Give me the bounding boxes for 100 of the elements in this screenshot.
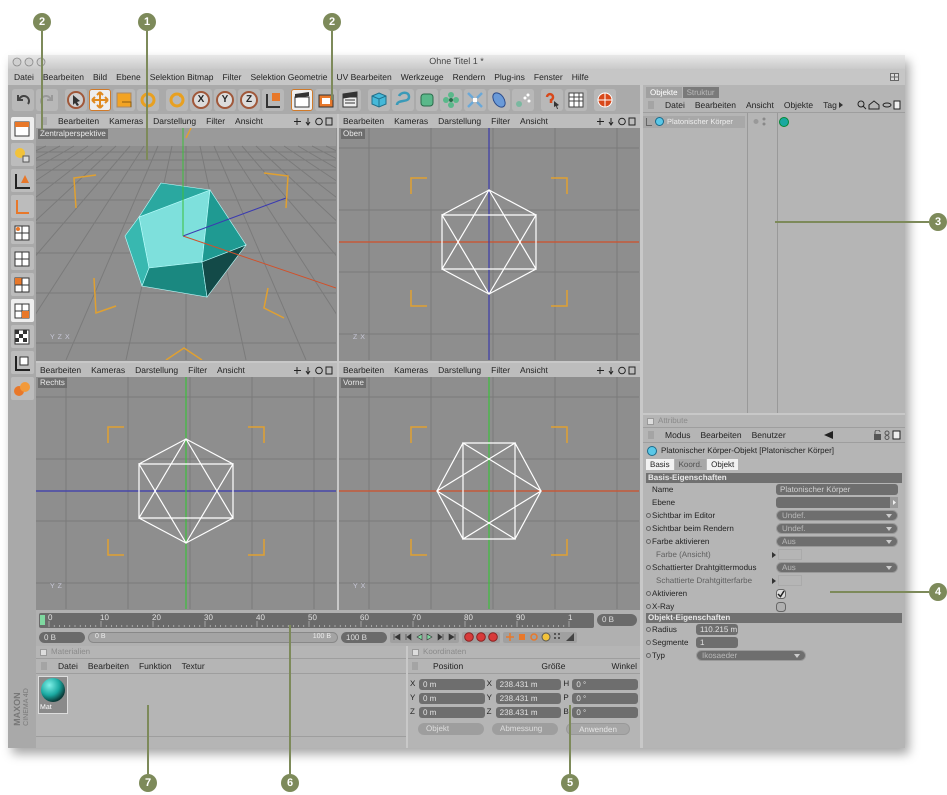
menu-item[interactable]: Filter (491, 364, 510, 376)
value-field[interactable]: 238.431 m (496, 678, 562, 690)
tool-button[interactable] (541, 88, 563, 110)
value-field[interactable]: 0 m (419, 692, 485, 704)
menu-item[interactable]: Darstellung (438, 364, 482, 376)
frame-field[interactable]: 100 B (341, 632, 387, 642)
record-button[interactable] (476, 632, 486, 642)
navigation-icons[interactable] (596, 116, 636, 126)
transport-button[interactable] (447, 632, 457, 642)
attribute-tab[interactable]: Basis (646, 459, 674, 470)
tool-button[interactable] (65, 88, 87, 110)
menu-item[interactable]: Bearbeiten (40, 364, 82, 376)
navigation-icons[interactable] (596, 366, 636, 374)
menu-item[interactable]: Bearbeiten (58, 114, 100, 128)
tool-button[interactable] (10, 299, 34, 322)
axis-lock-button[interactable]: Z (238, 88, 260, 110)
transport-button[interactable] (392, 632, 402, 642)
attribute-tab[interactable]: Objekt (707, 459, 738, 470)
tool-button[interactable] (315, 88, 337, 110)
checkbox[interactable] (776, 602, 786, 612)
menu-item[interactable]: Ansicht (520, 114, 548, 128)
value-field[interactable]: 0 m (419, 706, 485, 718)
menu-item[interactable]: Fenster (534, 70, 563, 84)
tool-button[interactable] (262, 88, 284, 110)
frame-field[interactable]: 0 B (39, 632, 85, 642)
menu-item[interactable]: Darstellung (438, 114, 482, 128)
number-field[interactable]: 1 (696, 637, 738, 648)
menu-item[interactable]: Modus (665, 428, 691, 442)
menu-item[interactable]: Ansicht (217, 364, 245, 376)
navigation-icons[interactable] (293, 366, 333, 374)
transport-button[interactable] (403, 632, 413, 642)
menu-item[interactable]: Darstellung (153, 114, 196, 128)
value-field[interactable]: 0 m (419, 678, 485, 690)
keyframe-button[interactable] (565, 632, 575, 642)
menu-item[interactable]: Ansicht (746, 98, 774, 112)
timeline-ruler[interactable]: 0 10 20 30 40 50 60 70 80 90 1 (39, 612, 594, 628)
menu-item[interactable]: Kameras (394, 364, 428, 376)
menu-item[interactable]: UV Bearbeiten (336, 70, 392, 84)
menu-item[interactable]: Bearbeiten (694, 98, 736, 112)
menu-item[interactable]: Filter (222, 70, 242, 84)
transport-button[interactable] (425, 632, 435, 642)
panel-tools-icons[interactable] (857, 100, 901, 110)
menu-item[interactable]: Plug-ins (494, 70, 525, 84)
menu-item[interactable]: Bearbeiten (88, 660, 129, 672)
transport-button[interactable] (414, 632, 424, 642)
menu-item[interactable]: Bearbeiten (343, 114, 384, 128)
menu-item[interactable]: Werkzeuge (400, 70, 444, 84)
tool-button[interactable] (10, 351, 34, 374)
menu-item[interactable]: Kameras (109, 114, 144, 128)
tool-button[interactable] (10, 325, 34, 348)
menu-item[interactable]: Datei (14, 70, 34, 84)
menu-item[interactable]: Bearbeiten (42, 70, 84, 84)
menu-item[interactable]: Ebene (116, 70, 141, 84)
tool-button[interactable] (565, 88, 587, 110)
tool-button[interactable] (10, 247, 34, 270)
value-field[interactable]: 238.431 m (496, 706, 562, 718)
axis-lock-button[interactable]: Y (214, 88, 236, 110)
frame-field[interactable]: 0 B (597, 614, 637, 626)
number-field[interactable]: 110.215 m (696, 624, 738, 635)
tool-button[interactable] (10, 169, 34, 192)
menu-item[interactable]: Rendern (452, 70, 486, 84)
menu-item[interactable]: Ansicht (235, 114, 263, 128)
tool-button[interactable] (10, 273, 34, 296)
menu-item[interactable]: Filter (491, 114, 510, 128)
value-field[interactable]: 238.431 m (496, 692, 562, 704)
menu-item[interactable]: Filter (188, 364, 208, 376)
navigation-icons[interactable] (293, 116, 333, 126)
menu-item[interactable]: Tag (823, 98, 837, 112)
axis-lock-button[interactable]: X (190, 88, 212, 110)
value-field[interactable]: 0 ° (572, 692, 638, 704)
menu-item[interactable]: Bearbeiten (343, 364, 384, 376)
window-controls-icon[interactable] (12, 57, 46, 67)
tool-button[interactable] (10, 221, 34, 244)
menu-item[interactable]: Bild (92, 70, 108, 84)
panel-lock-icons[interactable] (873, 430, 901, 440)
record-button[interactable] (488, 632, 498, 642)
tool-button[interactable] (10, 117, 34, 140)
menu-item[interactable]: Kameras (394, 114, 428, 128)
menu-item[interactable]: Filter (206, 114, 226, 128)
menu-item[interactable]: Funktion (138, 660, 172, 672)
record-button[interactable] (464, 632, 474, 642)
tool-button[interactable] (339, 88, 361, 110)
value-field[interactable]: 0 ° (572, 706, 638, 718)
checkbox[interactable] (776, 588, 786, 598)
link-field[interactable] (776, 497, 898, 508)
menu-item[interactable]: Datei (665, 98, 685, 112)
menu-item[interactable]: Datei (58, 660, 78, 672)
menu-item[interactable]: Benutzer (752, 428, 786, 442)
menu-item[interactable]: Darstellung (135, 364, 178, 376)
keyframe-button[interactable] (541, 632, 551, 642)
menu-item[interactable]: Selektion Geometrie (250, 70, 328, 84)
menu-item[interactable]: Objekte (784, 98, 814, 112)
menu-item[interactable]: Textur (182, 660, 205, 672)
transport-button[interactable] (436, 632, 446, 642)
menu-item[interactable]: Selektion Bitmap (150, 70, 214, 84)
menu-item[interactable]: Hilfe (572, 70, 589, 84)
tool-button[interactable] (291, 88, 313, 110)
menu-item[interactable]: Bearbeiten (700, 428, 742, 442)
value-field[interactable]: 0 ° (572, 678, 638, 690)
menu-item[interactable]: Kameras (91, 364, 126, 376)
